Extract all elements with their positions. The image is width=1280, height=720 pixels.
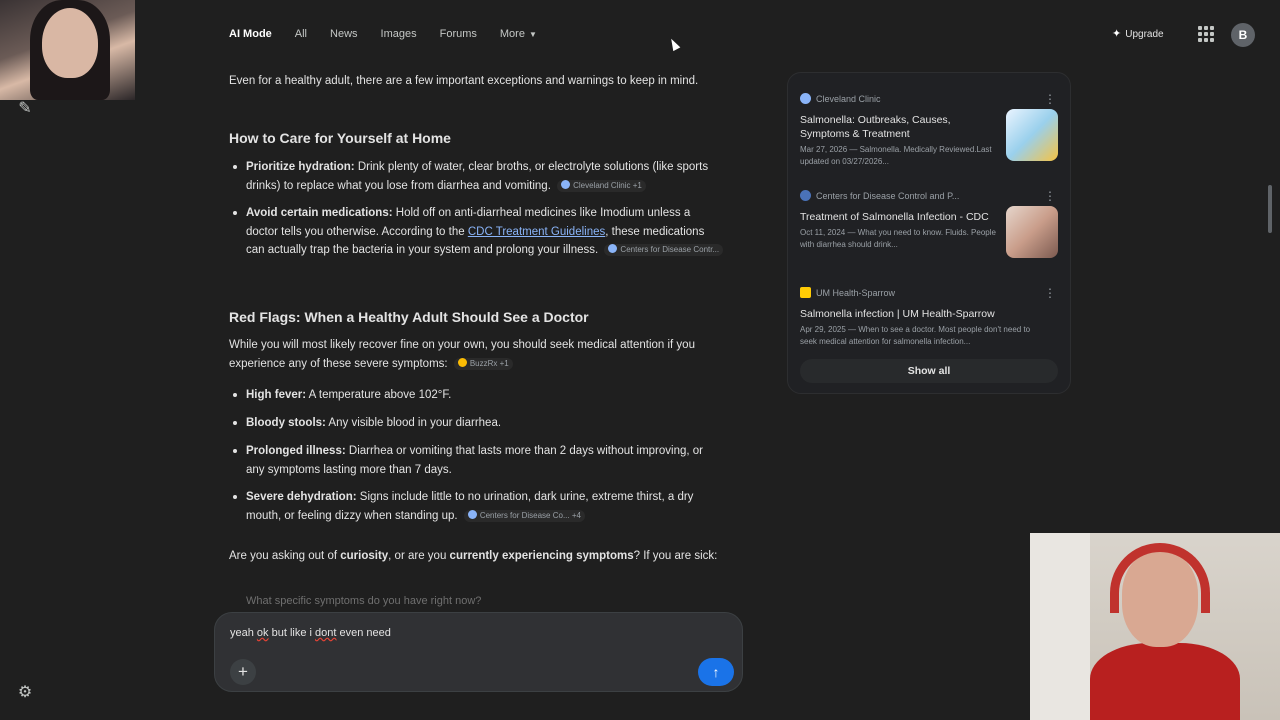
source-title: Salmonella infection | UM Health-Sparrow bbox=[800, 308, 995, 320]
prompt-text-misspelled: ok bbox=[256, 627, 269, 639]
source-site-name: Cleveland Clinic bbox=[816, 94, 881, 104]
webcam-overlay-streamer bbox=[0, 0, 135, 100]
mouse-cursor-icon bbox=[667, 36, 681, 52]
source-favicon-icon bbox=[457, 357, 467, 367]
source-card-um-health[interactable]: UM Health-Sparrow Salmonella infection |… bbox=[800, 287, 1062, 348]
sparkle-icon: ✦ bbox=[1112, 28, 1122, 40]
show-all-button[interactable]: Show all bbox=[800, 359, 1058, 383]
flag-item-fever: High fever: A temperature above 102°F. bbox=[229, 386, 724, 405]
upgrade-button[interactable]: ✦ Upgrade bbox=[1104, 23, 1172, 45]
source-card-cleveland[interactable]: Cleveland Clinic Salmonella: Outbreaks, … bbox=[800, 93, 1062, 168]
source-title: Salmonella: Outbreaks, Causes, Symptoms … bbox=[800, 114, 951, 140]
source-chip-label: Centers for Disease Co... +4 bbox=[479, 510, 581, 520]
more-options-icon[interactable]: ⋮ bbox=[1044, 190, 1056, 202]
tab-more[interactable]: More ▼ bbox=[500, 26, 537, 43]
source-site-name: UM Health-Sparrow bbox=[816, 288, 896, 298]
cdc-guidelines-link[interactable]: CDC Treatment Guidelines bbox=[468, 226, 605, 238]
tab-images[interactable]: Images bbox=[381, 26, 417, 43]
chevron-down-icon: ▼ bbox=[528, 30, 537, 39]
care-item-medications-label: Avoid certain medications: bbox=[246, 207, 393, 219]
tab-forums[interactable]: Forums bbox=[440, 26, 477, 43]
source-chip-label: Centers for Disease Contr... bbox=[620, 245, 720, 254]
source-snippet: Mar 27, 2026 — Salmonella. Medically Rev… bbox=[800, 145, 992, 166]
source-chip[interactable]: BuzzRx +1 bbox=[453, 357, 513, 370]
flag-item-label: Prolonged illness: bbox=[246, 445, 346, 457]
source-favicon-icon bbox=[561, 179, 571, 189]
um-favicon-icon bbox=[800, 287, 811, 298]
prompt-text-part: even need bbox=[336, 627, 391, 639]
source-site: Centers for Disease Control and P... bbox=[800, 190, 1062, 202]
tab-ai-mode[interactable]: AI Mode bbox=[229, 26, 272, 43]
faded-list-item: What specific symptoms do you have right… bbox=[246, 595, 482, 607]
flag-item-prolonged-illness: Prolonged illness: Diarrhea or vomiting … bbox=[229, 442, 724, 479]
source-favicon-icon bbox=[467, 509, 477, 519]
care-item-hydration-label: Prioritize hydration: bbox=[246, 161, 355, 173]
more-options-icon[interactable]: ⋮ bbox=[1044, 93, 1056, 105]
source-snippet: Apr 29, 2025 — When to see a doctor. Mos… bbox=[800, 325, 1031, 346]
flag-item-label: Bloody stools: bbox=[246, 417, 326, 429]
prompt-input-box[interactable]: yeah ok but like i dont even need + ↑ bbox=[214, 612, 743, 692]
tab-all[interactable]: All bbox=[295, 26, 307, 43]
tab-news[interactable]: News bbox=[330, 26, 358, 43]
source-thumbnail bbox=[1006, 109, 1058, 161]
care-item-medications: Avoid certain medications: Hold off on a… bbox=[229, 204, 724, 260]
red-flags-intro: While you will most likely recover fine … bbox=[229, 336, 729, 373]
upgrade-label: Upgrade bbox=[1125, 29, 1164, 40]
prompt-text-part: yeah bbox=[230, 627, 257, 639]
flag-item-text: Any visible blood in your diarrhea. bbox=[325, 417, 502, 429]
care-heading: How to Care for Yourself at Home bbox=[229, 130, 451, 146]
source-title: Treatment of Salmonella Infection - CDC bbox=[800, 211, 989, 223]
source-site: Cleveland Clinic bbox=[800, 93, 1062, 105]
send-button[interactable]: ↑ bbox=[698, 658, 734, 686]
prompt-text-misspelled: dont bbox=[315, 627, 337, 639]
flag-item-text: A temperature above 102°F. bbox=[306, 389, 452, 401]
source-thumbnail bbox=[1006, 206, 1058, 258]
question-bold-symptoms: currently experiencing symptoms bbox=[449, 550, 634, 562]
settings-gear-icon[interactable]: ⚙ bbox=[14, 682, 36, 704]
webcam-overlay-guest bbox=[1030, 533, 1280, 720]
flag-item-dehydration: Severe dehydration: Signs include little… bbox=[229, 488, 724, 525]
follow-up-question: Are you asking out of curiosity, or are … bbox=[229, 547, 729, 566]
source-snippet: Oct 11, 2024 — What you need to know. Fl… bbox=[800, 228, 996, 249]
source-site: UM Health-Sparrow bbox=[800, 287, 1062, 299]
prompt-input-text[interactable]: yeah ok but like i dont even need bbox=[230, 627, 391, 639]
prompt-text-part: but like i bbox=[268, 627, 316, 639]
arrow-up-icon: ↑ bbox=[712, 664, 720, 680]
source-chip[interactable]: Centers for Disease Contr... bbox=[604, 244, 724, 256]
source-site-name: Centers for Disease Control and P... bbox=[816, 191, 960, 201]
tab-more-label: More bbox=[499, 28, 525, 40]
flag-item-bloody-stools: Bloody stools: Any visible blood in your… bbox=[229, 414, 724, 433]
question-text-post: ? If you are sick: bbox=[633, 550, 718, 562]
source-card-cdc[interactable]: Centers for Disease Control and P... Tre… bbox=[800, 190, 1062, 258]
source-chip[interactable]: Centers for Disease Co... +4 bbox=[463, 509, 585, 522]
source-chip-label: BuzzRx +1 bbox=[469, 358, 509, 368]
question-text-mid: , or are you bbox=[388, 550, 450, 562]
sources-panel: Cleveland Clinic Salmonella: Outbreaks, … bbox=[787, 72, 1071, 394]
source-favicon-icon bbox=[608, 244, 618, 253]
flag-item-label: Severe dehydration: bbox=[246, 491, 357, 503]
search-mode-tabs: AI Mode All News Images Forums More ▼ bbox=[229, 26, 560, 43]
answer-intro: Even for a healthy adult, there are a fe… bbox=[229, 75, 699, 87]
source-chip[interactable]: Cleveland Clinic +1 bbox=[557, 179, 646, 192]
red-flags-heading: Red Flags: When a Healthy Adult Should S… bbox=[229, 309, 589, 325]
flag-item-label: High fever: bbox=[246, 389, 307, 401]
page-scrollbar[interactable] bbox=[1268, 185, 1272, 233]
new-chat-icon[interactable]: ✎ bbox=[14, 98, 36, 120]
source-chip-label: Cleveland Clinic +1 bbox=[573, 180, 642, 190]
cdc-favicon-icon bbox=[800, 190, 811, 201]
question-text-pre: Are you asking out of bbox=[229, 550, 341, 562]
plus-icon: + bbox=[238, 662, 248, 681]
add-attachment-button[interactable]: + bbox=[230, 659, 256, 685]
question-bold-curiosity: curiosity bbox=[340, 550, 389, 562]
more-options-icon[interactable]: ⋮ bbox=[1044, 287, 1056, 299]
account-avatar[interactable]: B bbox=[1231, 23, 1255, 47]
apps-grid-icon[interactable] bbox=[1198, 26, 1214, 42]
care-item-hydration: Prioritize hydration: Drink plenty of wa… bbox=[229, 158, 724, 195]
globe-favicon-icon bbox=[800, 93, 811, 104]
left-rail: ✎ ⚙ bbox=[0, 0, 48, 720]
